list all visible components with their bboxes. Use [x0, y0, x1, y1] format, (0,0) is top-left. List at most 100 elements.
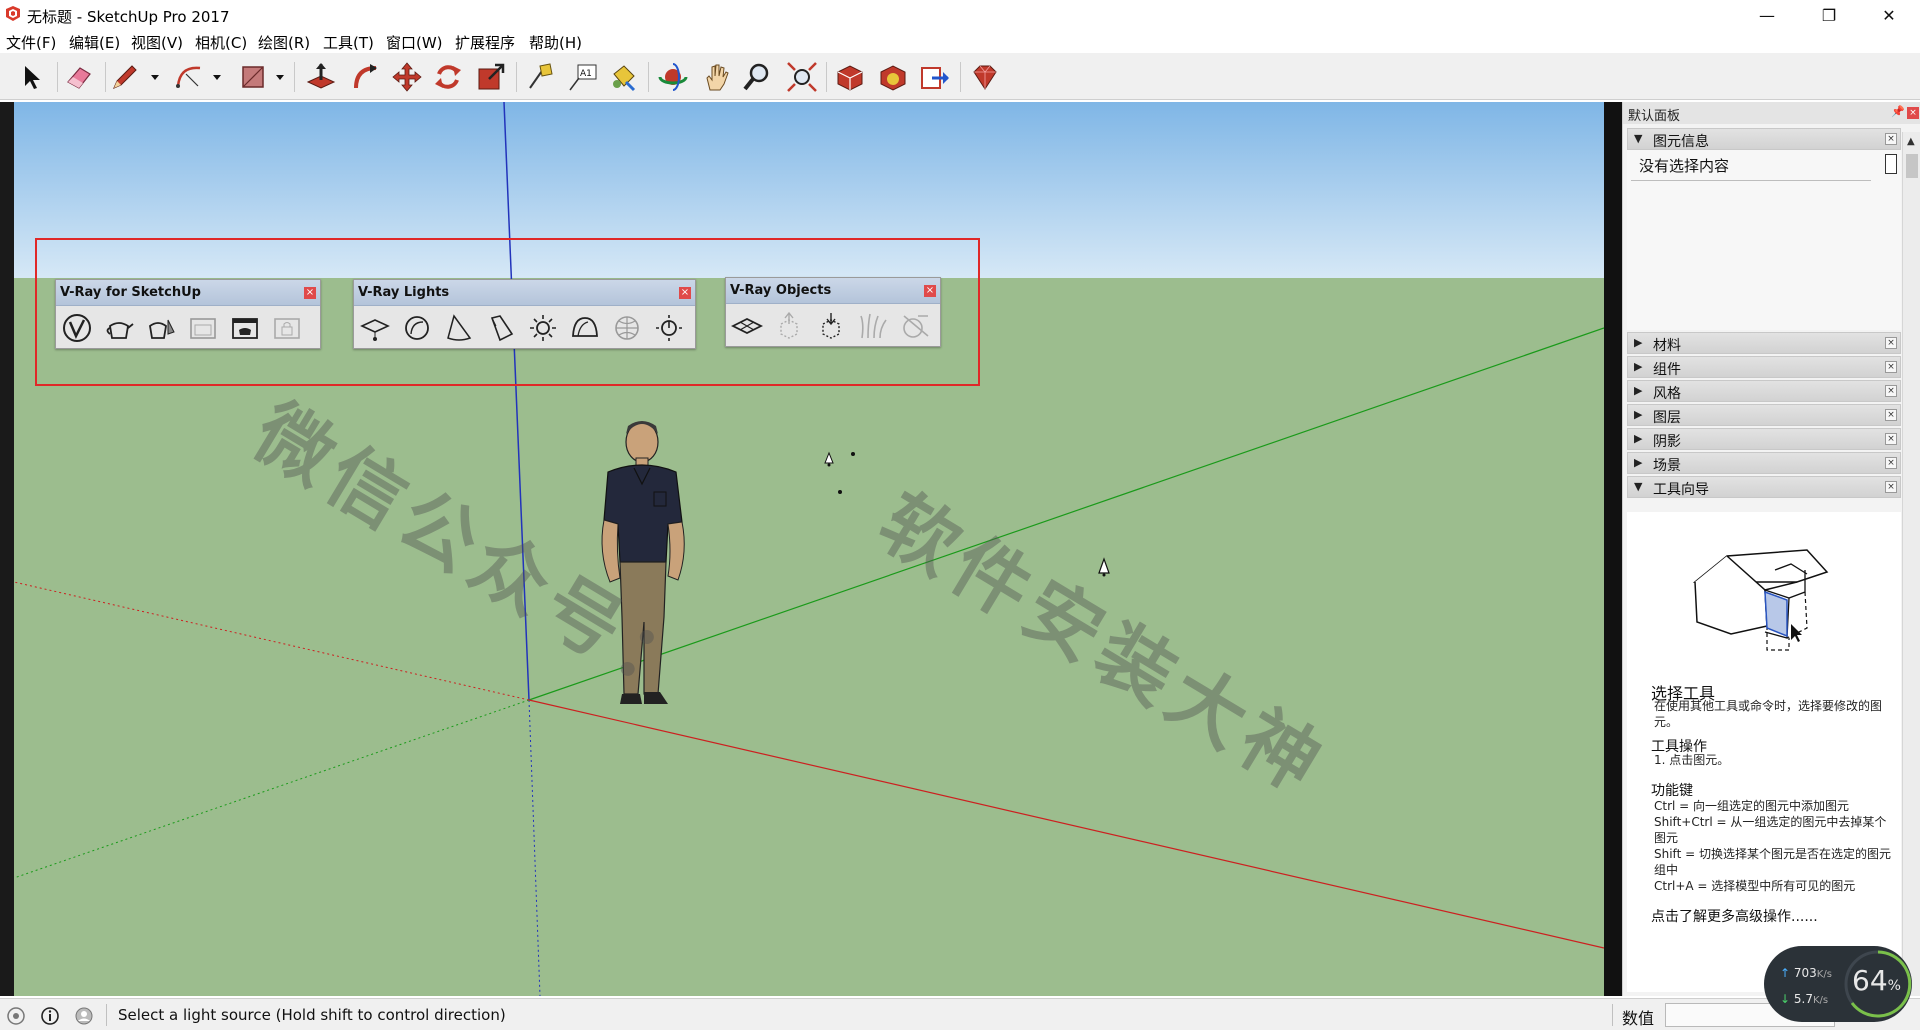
- dome-light-icon[interactable]: [568, 312, 602, 344]
- vray-toolbar-header[interactable]: V-Ray for SketchUp ×: [56, 280, 320, 306]
- scrollbar-thumb[interactable]: [1906, 154, 1918, 178]
- chevron-down-icon[interactable]: [148, 67, 162, 87]
- instructor-keys-heading: 功能键: [1651, 783, 1693, 799]
- tray-styles[interactable]: ▶ 风格 ×: [1627, 380, 1901, 402]
- menu-file[interactable]: 文件(F): [6, 32, 56, 53]
- proxy-import-icon[interactable]: [814, 310, 848, 342]
- tray-instructor[interactable]: ▼ 工具向导 ×: [1627, 476, 1901, 498]
- vray-logo-icon[interactable]: [60, 312, 94, 344]
- close-icon[interactable]: ×: [924, 285, 936, 297]
- close-icon[interactable]: ×: [1885, 385, 1897, 397]
- close-icon[interactable]: ×: [304, 287, 316, 299]
- follow-me-icon[interactable]: [348, 60, 382, 94]
- omni-light-icon[interactable]: [526, 312, 560, 344]
- menu-extensions[interactable]: 扩展程序: [455, 32, 515, 53]
- menu-draw[interactable]: 绘图(R): [258, 32, 310, 53]
- vray-toolbar-header[interactable]: V-Ray Lights ×: [354, 280, 695, 306]
- vray-lights-toolbar[interactable]: V-Ray Lights ×: [353, 279, 696, 349]
- frame-buffer-icon[interactable]: [186, 312, 220, 344]
- menu-window[interactable]: 窗口(W): [386, 32, 443, 53]
- panel-scrollbar[interactable]: ▲: [1902, 132, 1920, 996]
- tape-measure-icon[interactable]: [524, 60, 558, 94]
- pan-hand-icon[interactable]: [700, 60, 734, 94]
- pin-icon[interactable]: 📌: [1891, 105, 1905, 118]
- warehouse-icon[interactable]: [833, 60, 867, 94]
- chevron-down-icon[interactable]: [273, 67, 287, 87]
- menu-help[interactable]: 帮助(H): [529, 32, 582, 53]
- toggle-details-icon[interactable]: [1885, 154, 1897, 174]
- mesh-light-icon[interactable]: [610, 312, 644, 344]
- vray-objects-toolbar[interactable]: V-Ray Objects ×: [725, 277, 941, 347]
- chevron-down-icon[interactable]: [210, 67, 224, 87]
- scene-canvas[interactable]: [14, 102, 1604, 996]
- close-icon[interactable]: ×: [1885, 481, 1897, 493]
- text-label-icon[interactable]: A1: [566, 60, 600, 94]
- batch-lock-icon[interactable]: [270, 312, 304, 344]
- usage-percent: 64%: [1852, 964, 1901, 997]
- close-icon[interactable]: ×: [1885, 457, 1897, 469]
- divider: [1631, 180, 1871, 181]
- no-selection-text: 没有选择内容: [1639, 157, 1730, 175]
- user-account-icon[interactable]: [74, 1006, 94, 1026]
- menu-camera[interactable]: 相机(C): [195, 32, 247, 53]
- fur-icon[interactable]: [856, 310, 890, 342]
- tray-layers[interactable]: ▶ 图层 ×: [1627, 404, 1901, 426]
- sphere-light-icon[interactable]: [400, 312, 434, 344]
- close-icon[interactable]: ×: [1885, 133, 1897, 145]
- minimize-button[interactable]: —: [1744, 0, 1790, 30]
- orbit-icon[interactable]: [656, 60, 690, 94]
- zoom-icon[interactable]: [740, 60, 774, 94]
- advanced-ops-link[interactable]: 点击了解更多高级操作......: [1651, 906, 1818, 926]
- vray-for-sketchup-toolbar[interactable]: V-Ray for SketchUp ×: [55, 279, 321, 349]
- tray-shadows[interactable]: ▶ 阴影 ×: [1627, 428, 1901, 450]
- close-button[interactable]: ✕: [1866, 0, 1912, 30]
- ruby-icon[interactable]: [968, 60, 1002, 94]
- extension-warehouse-icon[interactable]: [876, 60, 910, 94]
- send-to-layout-icon[interactable]: [918, 60, 952, 94]
- scale-icon[interactable]: [474, 60, 508, 94]
- expand-arrow-icon: ▶: [1634, 432, 1643, 445]
- clipper-icon[interactable]: [898, 310, 932, 342]
- rect-light-icon[interactable]: [358, 312, 392, 344]
- select-arrow-icon[interactable]: [14, 60, 48, 94]
- close-icon[interactable]: ×: [679, 287, 691, 299]
- menu-edit[interactable]: 编辑(E): [69, 32, 120, 53]
- viewport-right-border: [1604, 102, 1622, 996]
- render-window-icon[interactable]: [228, 312, 262, 344]
- infinite-plane-icon[interactable]: [730, 310, 764, 342]
- vray-toolbar-header[interactable]: V-Ray Objects ×: [726, 278, 940, 304]
- move-icon[interactable]: [390, 60, 424, 94]
- rotate-icon[interactable]: [431, 60, 465, 94]
- close-icon[interactable]: ×: [1885, 337, 1897, 349]
- proxy-export-icon[interactable]: [772, 310, 806, 342]
- geo-location-icon[interactable]: [6, 1006, 26, 1026]
- zoom-extents-icon[interactable]: [785, 60, 819, 94]
- sun-light-icon[interactable]: [652, 312, 686, 344]
- paint-bucket-icon[interactable]: [606, 60, 640, 94]
- spot-light-icon[interactable]: [442, 312, 476, 344]
- close-icon[interactable]: ×: [1907, 107, 1919, 119]
- close-icon[interactable]: ×: [1885, 433, 1897, 445]
- close-icon[interactable]: ×: [1885, 409, 1897, 421]
- tray-scenes[interactable]: ▶ 场景 ×: [1627, 452, 1901, 474]
- tray-entity-info[interactable]: ▼ 图元信息 ×: [1627, 128, 1901, 150]
- push-pull-icon[interactable]: [304, 60, 338, 94]
- close-icon[interactable]: ×: [1885, 361, 1897, 373]
- network-speed-widget[interactable]: ↑ 703K/s ↓ 5.7K/s 64%: [1764, 946, 1912, 1022]
- eraser-icon[interactable]: [62, 60, 96, 94]
- house-illustration: [1692, 549, 1829, 651]
- teapot-render-icon[interactable]: [102, 312, 136, 344]
- modeling-viewport[interactable]: V-Ray for SketchUp × V-Ray Lights × V-Ra…: [14, 102, 1604, 996]
- interactive-render-icon[interactable]: [144, 312, 178, 344]
- menu-view[interactable]: 视图(V): [131, 32, 183, 53]
- maximize-button[interactable]: ❐: [1806, 0, 1852, 30]
- tray-materials[interactable]: ▶ 材料 ×: [1627, 332, 1901, 354]
- ies-light-icon[interactable]: [484, 312, 518, 344]
- scroll-up-icon[interactable]: ▲: [1907, 136, 1915, 147]
- rectangle-icon[interactable]: [236, 60, 270, 94]
- pencil-line-icon[interactable]: [108, 60, 142, 94]
- tray-components[interactable]: ▶ 组件 ×: [1627, 356, 1901, 378]
- menu-tools[interactable]: 工具(T): [323, 32, 374, 53]
- credits-info-icon[interactable]: [40, 1006, 60, 1026]
- arc-icon[interactable]: [172, 60, 206, 94]
